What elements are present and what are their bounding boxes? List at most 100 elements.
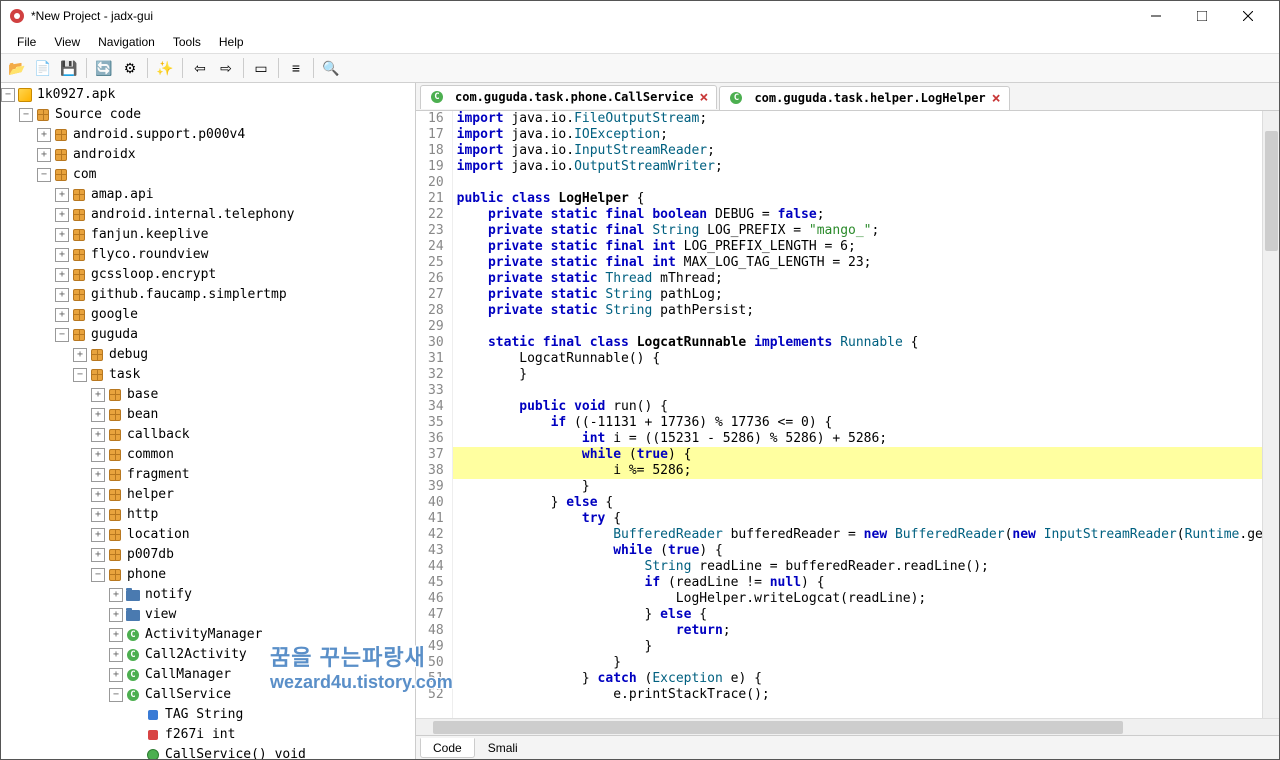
tab-close-icon[interactable]: × [699, 88, 708, 106]
editor-tab[interactable]: Ccom.guguda.task.phone.CallService× [420, 85, 717, 109]
tree-label[interactable]: TAG String [165, 706, 243, 724]
tree-node[interactable]: CallService() void [1, 745, 415, 759]
tree-node[interactable]: +amap.api [1, 185, 415, 205]
toolbar-wand-button[interactable]: ✨ [153, 56, 177, 80]
tree-node[interactable]: − Source code [1, 105, 415, 125]
tree-node[interactable]: −guguda [1, 325, 415, 345]
tree-label[interactable]: fanjun.keeplive [91, 226, 208, 244]
tree-toggle-icon[interactable]: + [91, 548, 105, 562]
tree-toggle-icon[interactable]: − [91, 568, 105, 582]
tree-node[interactable]: +callback [1, 425, 415, 445]
tree-toggle-icon[interactable]: + [109, 648, 123, 662]
tree-node[interactable]: TAG String [1, 705, 415, 725]
tree-node[interactable]: +base [1, 385, 415, 405]
project-tree[interactable]: −1k0927.apk−Source code+android.support.… [1, 83, 416, 759]
code-line[interactable]: } [453, 655, 1279, 671]
tree-label[interactable]: f267i int [165, 726, 235, 744]
toolbar-back-button[interactable]: ⇦ [188, 56, 212, 80]
tree-node[interactable]: + bean [1, 405, 415, 425]
code-line[interactable]: while (true) { [453, 543, 1279, 559]
tree-toggle-icon[interactable]: − [109, 688, 123, 702]
tree-label[interactable]: CallManager [145, 666, 231, 684]
maximize-button[interactable] [1179, 1, 1225, 31]
tree-toggle-icon[interactable]: + [91, 528, 105, 542]
tree-label[interactable]: phone [127, 566, 166, 584]
tree-label[interactable]: amap.api [91, 186, 154, 204]
tree-node[interactable]: +android.support.p000v4 [1, 125, 415, 145]
tree-label[interactable]: helper [127, 486, 174, 504]
tree-toggle-icon[interactable]: + [73, 348, 87, 362]
editor-hscrollbar[interactable] [416, 718, 1279, 735]
tree-node[interactable]: −CCallService [1, 685, 415, 705]
bottom-tab-code[interactable]: Code [420, 738, 475, 758]
code-line[interactable]: try { [453, 511, 1279, 527]
tree-label[interactable]: Source code [55, 106, 141, 124]
tree-toggle-icon[interactable]: + [55, 208, 69, 222]
code-line[interactable]: } [453, 367, 1279, 383]
code-line[interactable]: LogHelper.writeLogcat(readLine); [453, 591, 1279, 607]
code-line[interactable]: public void run() { [453, 399, 1279, 415]
tree-label[interactable]: ActivityManager [145, 626, 262, 644]
code-line[interactable]: i %= 5286; [453, 463, 1279, 479]
editor-tab[interactable]: Ccom.guguda.task.helper.LogHelper× [719, 86, 1009, 110]
code-line[interactable]: private static final int MAX_LOG_TAG_LEN… [453, 255, 1279, 271]
tree-node[interactable]: −1k0927.apk [1, 85, 415, 105]
minimize-button[interactable] [1133, 1, 1179, 31]
tree-toggle-icon[interactable]: + [55, 288, 69, 302]
tree-node[interactable]: + notify [1, 585, 415, 605]
code-line[interactable]: private static String pathLog; [453, 287, 1279, 303]
tree-toggle-icon[interactable]: − [73, 368, 87, 382]
code-line[interactable]: private static final int LOG_PREFIX_LENG… [453, 239, 1279, 255]
menu-file[interactable]: File [9, 33, 44, 51]
tree-label[interactable]: notify [145, 586, 192, 604]
close-button[interactable] [1225, 1, 1271, 31]
bottom-tab-smali[interactable]: Smali [475, 738, 531, 758]
tree-node[interactable]: +debug [1, 345, 415, 365]
tree-toggle-icon[interactable]: + [109, 628, 123, 642]
code-line[interactable]: import java.io.OutputStreamWriter; [453, 159, 1279, 175]
tree-toggle-icon[interactable]: − [37, 168, 51, 182]
code-line[interactable]: import java.io.InputStreamReader; [453, 143, 1279, 159]
code-line[interactable]: import java.io.IOException; [453, 127, 1279, 143]
tree-node[interactable]: +fanjun.keeplive [1, 225, 415, 245]
tree-label[interactable]: http [127, 506, 158, 524]
code-line[interactable]: LogcatRunnable() { [453, 351, 1279, 367]
tree-toggle-icon[interactable]: + [109, 608, 123, 622]
tree-toggle-icon[interactable]: + [91, 488, 105, 502]
code-line[interactable]: e.printStackTrace(); [453, 687, 1279, 703]
tree-label[interactable]: github.faucamp.simplertmp [91, 286, 287, 304]
tree-node[interactable]: +flyco.roundview [1, 245, 415, 265]
code-line[interactable]: if ((-11131 + 17736) % 17736 <= 0) { [453, 415, 1279, 431]
code-line[interactable]: private static final boolean DEBUG = fal… [453, 207, 1279, 223]
tree-toggle-icon[interactable]: − [19, 108, 33, 122]
tree-toggle-icon[interactable]: + [91, 408, 105, 422]
tree-label[interactable]: bean [127, 406, 158, 424]
code-line[interactable]: private static String pathPersist; [453, 303, 1279, 319]
toolbar-new-project-button[interactable]: 📄 [31, 56, 55, 80]
tree-node[interactable]: +view [1, 605, 415, 625]
tree-node[interactable]: +CActivityManager [1, 625, 415, 645]
toolbar-indent-button[interactable]: ≡ [284, 56, 308, 80]
toolbar-sync-button[interactable]: 🔄 [92, 56, 116, 80]
menu-navigation[interactable]: Navigation [90, 33, 163, 51]
tree-label[interactable]: android.support.p000v4 [73, 126, 245, 144]
tree-toggle-icon[interactable]: + [109, 668, 123, 682]
code-line[interactable]: } else { [453, 607, 1279, 623]
code-line[interactable]: return; [453, 623, 1279, 639]
toolbar-select-window-button[interactable]: ▭ [249, 56, 273, 80]
tree-toggle-icon[interactable]: + [37, 148, 51, 162]
tree-node[interactable]: +fragment [1, 465, 415, 485]
tree-toggle-icon[interactable]: − [55, 328, 69, 342]
code-line[interactable]: } catch (Exception e) { [453, 671, 1279, 687]
toolbar-forward-button[interactable]: ⇨ [214, 56, 238, 80]
menu-tools[interactable]: Tools [165, 33, 209, 51]
tree-node[interactable]: + androidx [1, 145, 415, 165]
tree-toggle-icon[interactable]: + [109, 588, 123, 602]
editor-vscrollbar[interactable] [1262, 111, 1279, 718]
tree-node[interactable]: +gcssloop.encrypt [1, 265, 415, 285]
tree-node[interactable]: +CCall2Activity [1, 645, 415, 665]
tree-label[interactable]: com [73, 166, 96, 184]
tree-node[interactable]: +common [1, 445, 415, 465]
tree-toggle-icon[interactable]: + [91, 508, 105, 522]
tree-label[interactable]: androidx [73, 146, 136, 164]
